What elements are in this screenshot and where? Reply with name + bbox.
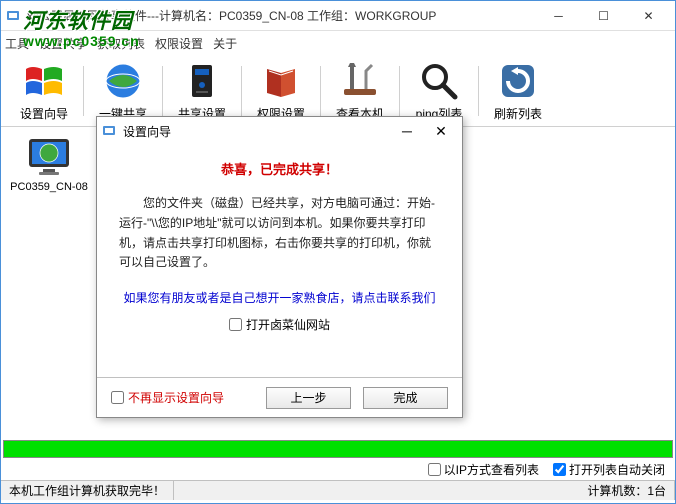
auto-close-checkbox[interactable]	[553, 463, 566, 476]
open-site-label: 打开卤菜仙网站	[246, 316, 330, 333]
menu-share-settings[interactable]: 设置共享	[39, 35, 87, 52]
wizard-minimize-button[interactable]: ─	[390, 119, 424, 143]
progress-bar	[3, 440, 673, 458]
wizard-icon	[101, 123, 117, 139]
status-left: 本机工作组计算机获取完毕！	[1, 481, 174, 500]
wizard-title: 设置向导	[123, 123, 390, 140]
tool-oneclick-share[interactable]: 一键共享	[86, 58, 160, 124]
tool-refresh-list[interactable]: 刷新列表	[481, 58, 555, 124]
options-row: 以IP方式查看列表 打开列表自动关闭	[1, 459, 675, 480]
refresh-icon	[496, 59, 540, 103]
status-bar: 本机工作组计算机获取完毕！ 计算机数：1台	[1, 480, 675, 500]
tool-ping-list[interactable]: ping列表	[402, 58, 476, 124]
prev-button[interactable]: 上一步	[266, 387, 351, 409]
computer-label: PC0359_CN-08	[10, 181, 88, 193]
wizard-body: 恭喜，已完成共享！ 您的文件夹（磁盘）已经共享，对方电脑可通过：开始-运行-"\…	[97, 145, 462, 343]
menu-tools[interactable]: 工具	[5, 35, 29, 52]
tool-share-settings[interactable]: 共享设置	[165, 58, 239, 124]
monitor-globe-icon	[23, 135, 75, 177]
wizard-open-site-row: 打开卤菜仙网站	[119, 316, 440, 333]
wizard-text: 您的文件夹（磁盘）已经共享，对方电脑可通过：开始-运行-"\\您的IP地址"就可…	[119, 194, 440, 273]
wizard-link[interactable]: 如果您有朋友或者是自己想开一家熟食店，请点击联系我们	[119, 289, 440, 306]
tool-permissions[interactable]: 权限设置	[244, 58, 318, 124]
tool-wizard[interactable]: 设置向导	[7, 58, 81, 124]
close-button[interactable]: ✕	[626, 2, 671, 30]
app-icon	[5, 8, 21, 24]
auto-close-option[interactable]: 打开列表自动关闭	[553, 461, 665, 478]
menu-get-list[interactable]: 获取列表	[97, 35, 145, 52]
wizard-footer: 不再显示设置向导 上一步 完成	[97, 377, 462, 417]
status-right: 计算机数：1台	[579, 481, 675, 500]
wizard-dialog: 设置向导 ─ ✕ 恭喜，已完成共享！ 您的文件夹（磁盘）已经共享，对方电脑可通过…	[96, 116, 463, 418]
maximize-button[interactable]: ☐	[581, 2, 626, 30]
tool-label: 刷新列表	[494, 105, 542, 122]
windows-flag-icon	[22, 59, 66, 103]
wizard-titlebar: 设置向导 ─ ✕	[97, 117, 462, 145]
ip-mode-option[interactable]: 以IP方式查看列表	[428, 461, 539, 478]
minimize-button[interactable]: ─	[536, 2, 581, 30]
tool-view-local[interactable]: 查看本机	[323, 58, 397, 124]
finish-button[interactable]: 完成	[363, 387, 448, 409]
tool-label: 设置向导	[20, 105, 68, 122]
magnifier-icon	[417, 59, 461, 103]
window-title: xx公司局域网共享软件---计算机名：PC0359_CN-08 工作组：WORK…	[27, 7, 536, 24]
auto-close-label: 打开列表自动关闭	[569, 461, 665, 478]
server-icon	[180, 59, 224, 103]
wizard-close-button[interactable]: ✕	[424, 119, 458, 143]
no-hint-label: 不再显示设置向导	[128, 389, 224, 406]
ip-mode-label: 以IP方式查看列表	[444, 461, 539, 478]
ip-mode-checkbox[interactable]	[428, 463, 441, 476]
computer-item[interactable]: PC0359_CN-08	[9, 135, 89, 193]
main-titlebar: xx公司局域网共享软件---计算机名：PC0359_CN-08 工作组：WORK…	[1, 1, 675, 31]
open-site-checkbox[interactable]	[229, 318, 242, 331]
no-hint-checkbox[interactable]	[111, 391, 124, 404]
tools-icon	[338, 59, 382, 103]
menu-about[interactable]: 关于	[213, 35, 237, 52]
no-hint-row: 不再显示设置向导	[111, 389, 254, 406]
network-globe-icon	[101, 59, 145, 103]
menubar: 工具 设置共享 获取列表 权限设置 关于	[1, 31, 675, 55]
menu-permissions[interactable]: 权限设置	[155, 35, 203, 52]
book-icon	[259, 59, 303, 103]
wizard-heading: 恭喜，已完成共享！	[119, 159, 440, 178]
